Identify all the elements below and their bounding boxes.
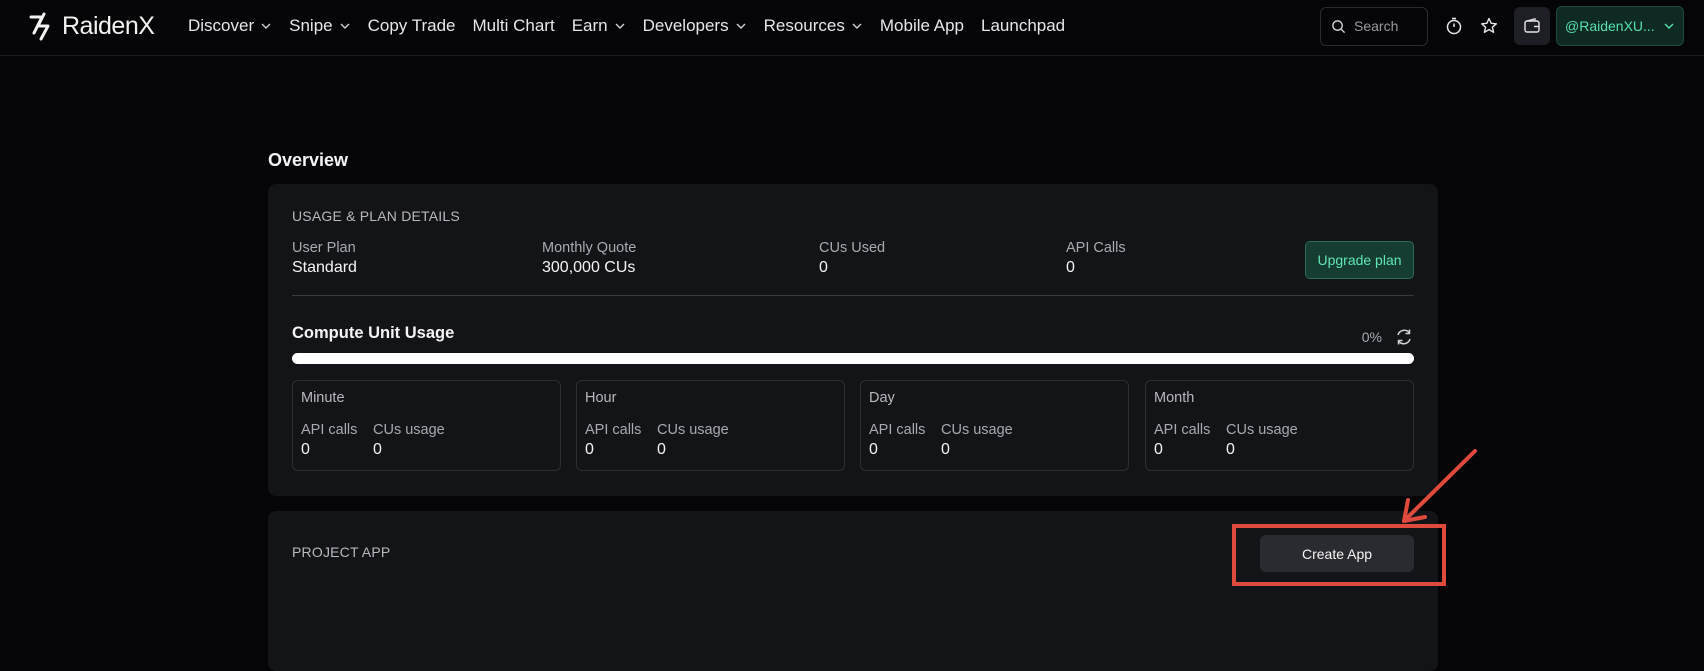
search-input[interactable] <box>1354 18 1418 34</box>
period-title: Hour <box>585 390 617 406</box>
upgrade-plan-button[interactable]: Upgrade plan <box>1305 241 1414 279</box>
nav-item-label: Developers <box>642 16 729 35</box>
nav-item-snipe[interactable]: Snipe <box>289 16 350 36</box>
metric-label: CUs usage <box>1226 422 1298 438</box>
stat-label: User Plan <box>292 240 356 256</box>
period-card-minute: Minute API calls 0 CUs usage 0 <box>292 380 561 471</box>
metric-value: 0 <box>585 441 594 458</box>
stat-monthly-quote: Monthly Quote 300,000 CUs <box>542 240 636 277</box>
raidenx-bolt-icon <box>29 12 50 41</box>
compute-unit-usage-title: Compute Unit Usage <box>292 324 455 342</box>
nav-item-copy-trade[interactable]: Copy Trade <box>368 16 456 36</box>
top-navbar: RaidenX Discover Snipe Copy Trade Multi … <box>0 0 1704 56</box>
stat-label: CUs Used <box>819 240 886 256</box>
brand-logo[interactable]: RaidenX <box>28 11 155 41</box>
nav-item-label: Mobile App <box>879 16 964 35</box>
stopwatch-icon[interactable] <box>1444 16 1464 36</box>
metric-cus-usage: CUs usage 0 <box>941 422 1013 459</box>
nav-item-label: Resources <box>763 16 845 35</box>
metric-label: API calls <box>301 422 358 438</box>
nav-item-mobile-app[interactable]: Mobile App <box>880 16 964 36</box>
metric-cus-usage: CUs usage 0 <box>1226 422 1298 459</box>
refresh-icon[interactable] <box>1394 327 1414 347</box>
metric-value: 0 <box>869 441 878 458</box>
nav-item-label: Copy Trade <box>367 16 456 35</box>
wallet-button[interactable] <box>1514 7 1550 45</box>
stat-value: Standard <box>292 259 357 276</box>
metric-cus-usage: CUs usage 0 <box>373 422 445 459</box>
nav-item-multi-chart[interactable]: Multi Chart <box>473 16 555 36</box>
header-tools: @RaidenXU... <box>1320 6 1684 46</box>
metric-label: API calls <box>869 422 926 438</box>
metric-value: 0 <box>1154 441 1163 458</box>
metric-value: 0 <box>1226 441 1235 458</box>
nav-item-resources[interactable]: Resources <box>764 16 863 36</box>
period-card-day: Day API calls 0 CUs usage 0 <box>860 380 1129 471</box>
period-title: Day <box>869 390 895 406</box>
main-nav: Discover Snipe Copy Trade Multi Chart Ea… <box>188 0 1082 52</box>
stat-user-plan: User Plan Standard <box>292 240 357 277</box>
metric-label: API calls <box>585 422 642 438</box>
chevron-down-icon <box>736 23 746 29</box>
annotation-arrow-icon <box>1402 449 1477 523</box>
stat-value: 0 <box>1066 259 1075 276</box>
account-menu[interactable]: @RaidenXU... <box>1556 6 1684 46</box>
chevron-down-icon <box>1664 23 1674 29</box>
stat-api-calls: API Calls 0 <box>1066 240 1126 277</box>
nav-item-label: Multi Chart <box>472 16 555 35</box>
metric-api-calls: API calls 0 <box>869 422 925 459</box>
nav-item-label: Snipe <box>289 16 333 35</box>
metric-label: CUs usage <box>941 422 1013 438</box>
account-label: @RaidenXU... <box>1565 18 1655 34</box>
stat-label: API Calls <box>1066 240 1126 256</box>
period-card-hour: Hour API calls 0 CUs usage 0 <box>576 380 845 471</box>
stat-cus-used: CUs Used 0 <box>819 240 885 277</box>
project-section-label: PROJECT APP <box>292 544 391 560</box>
metric-value: 0 <box>373 441 382 458</box>
nav-item-label: Discover <box>188 16 255 35</box>
page-title: Overview <box>268 150 349 170</box>
star-icon[interactable] <box>1479 16 1499 36</box>
stat-value: 300,000 CUs <box>542 259 636 276</box>
metric-api-calls: API calls 0 <box>301 422 357 459</box>
usage-card: USAGE & PLAN DETAILS User Plan Standard … <box>268 184 1438 496</box>
annotation-highlight-box <box>1232 524 1446 586</box>
chevron-down-icon <box>261 23 271 29</box>
period-title: Minute <box>301 390 345 406</box>
search-icon <box>1332 19 1346 33</box>
metric-label: CUs usage <box>373 422 445 438</box>
wallet-icon <box>1524 18 1540 33</box>
search-box[interactable] <box>1320 6 1428 46</box>
nav-item-discover[interactable]: Discover <box>188 16 272 36</box>
stat-value: 0 <box>819 259 828 276</box>
compute-usage-progress-bar <box>292 353 1414 364</box>
metric-label: CUs usage <box>657 422 729 438</box>
nav-item-launchpad[interactable]: Launchpad <box>981 16 1065 36</box>
chevron-down-icon <box>615 23 625 29</box>
metric-value: 0 <box>657 441 666 458</box>
divider <box>292 295 1414 296</box>
metric-value: 0 <box>941 441 950 458</box>
brand-name: RaidenX <box>62 11 155 40</box>
compute-usage-percent: 0% <box>1361 329 1382 345</box>
nav-item-label: Earn <box>571 16 608 35</box>
nav-item-label: Launchpad <box>981 16 1066 35</box>
stat-label: Monthly Quote <box>542 240 637 256</box>
chevron-down-icon <box>340 23 350 29</box>
metric-cus-usage: CUs usage 0 <box>657 422 729 459</box>
nav-item-earn[interactable]: Earn <box>572 16 626 36</box>
metric-label: API calls <box>1154 422 1211 438</box>
usage-section-label: USAGE & PLAN DETAILS <box>292 208 460 224</box>
period-card-month: Month API calls 0 CUs usage 0 <box>1145 380 1414 471</box>
metric-value: 0 <box>301 441 310 458</box>
period-title: Month <box>1154 390 1195 406</box>
metric-api-calls: API calls 0 <box>1154 422 1210 459</box>
chevron-down-icon <box>852 23 862 29</box>
metric-api-calls: API calls 0 <box>585 422 641 459</box>
nav-item-developers[interactable]: Developers <box>643 16 747 36</box>
